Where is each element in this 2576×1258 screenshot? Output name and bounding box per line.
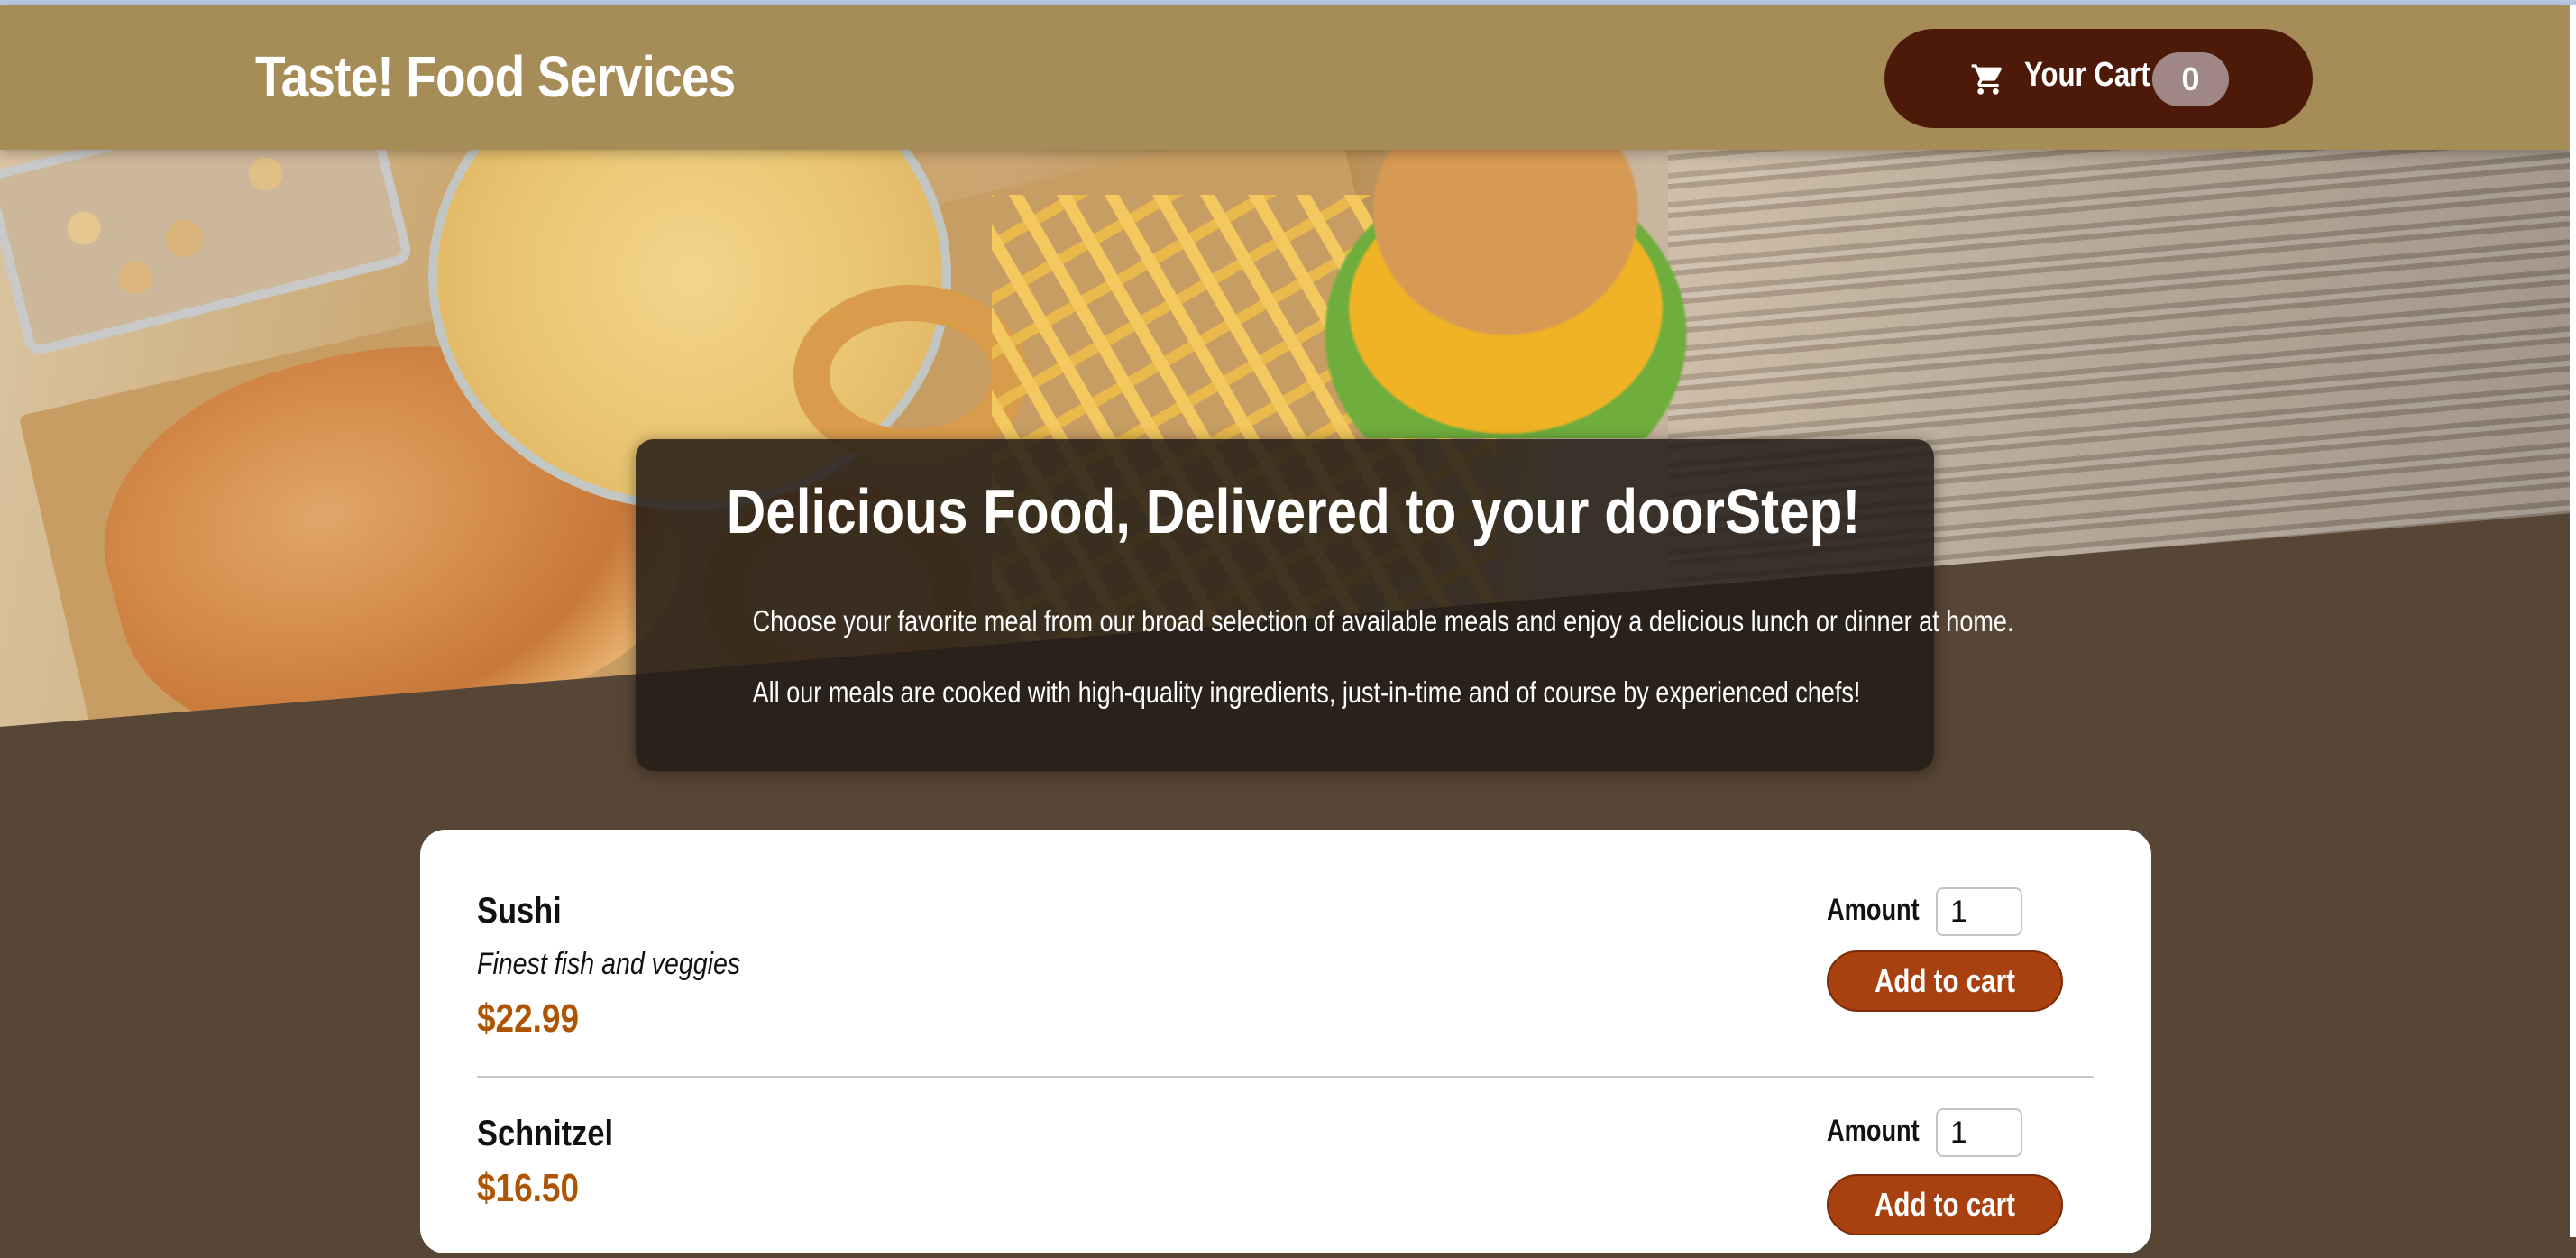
add-to-cart-button[interactable]: Add to cart <box>1827 950 2063 1012</box>
summary-paragraph: All our meals are cooked with high-quali… <box>752 675 1861 709</box>
cart-label: Your Cart <box>2024 56 2150 94</box>
shopping-cart-icon <box>1971 64 2003 95</box>
add-to-cart-button[interactable]: Add to cart <box>1827 1174 2063 1235</box>
cart-count-badge: 0 <box>2152 52 2229 106</box>
meal-price: $22.99 <box>477 996 580 1041</box>
add-to-cart-label: Add to cart <box>1875 962 2015 999</box>
meal-item: Sushi Finest fish and veggies $22.99 Amo… <box>477 830 2094 1078</box>
meals-summary: Delicious Food, Delivered to your doorSt… <box>636 439 2014 771</box>
brand-title: Taste! Food Services <box>255 44 736 109</box>
meals-list-card: Sushi Finest fish and veggies $22.99 Amo… <box>420 830 2151 1253</box>
hero-burger <box>1262 150 1749 438</box>
amount-label: Amount <box>1827 893 1920 927</box>
meal-price: $16.50 <box>477 1166 580 1210</box>
meal-description: Finest fish and veggies <box>477 947 741 981</box>
amount-input[interactable] <box>1936 887 2022 936</box>
meal-item: Schnitzel $16.50 Amount Add to cart <box>477 1078 2094 1258</box>
amount-input[interactable] <box>1936 1108 2022 1157</box>
add-to-cart-label: Add to cart <box>1875 1186 2015 1223</box>
cart-button[interactable]: Your Cart 0 <box>1884 29 2313 128</box>
hero-peanuts <box>0 150 414 358</box>
summary-title: Delicious Food, Delivered to your doorSt… <box>726 476 1861 546</box>
amount-label: Amount <box>1827 1114 1920 1148</box>
app-header: Taste! Food Services Your Cart 0 <box>0 5 2570 150</box>
summary-paragraph: Choose your favorite meal from our broad… <box>752 604 2014 638</box>
meal-name: Schnitzel <box>477 1114 614 1153</box>
window-right-edge <box>2570 5 2576 1237</box>
meal-name: Sushi <box>477 891 562 931</box>
